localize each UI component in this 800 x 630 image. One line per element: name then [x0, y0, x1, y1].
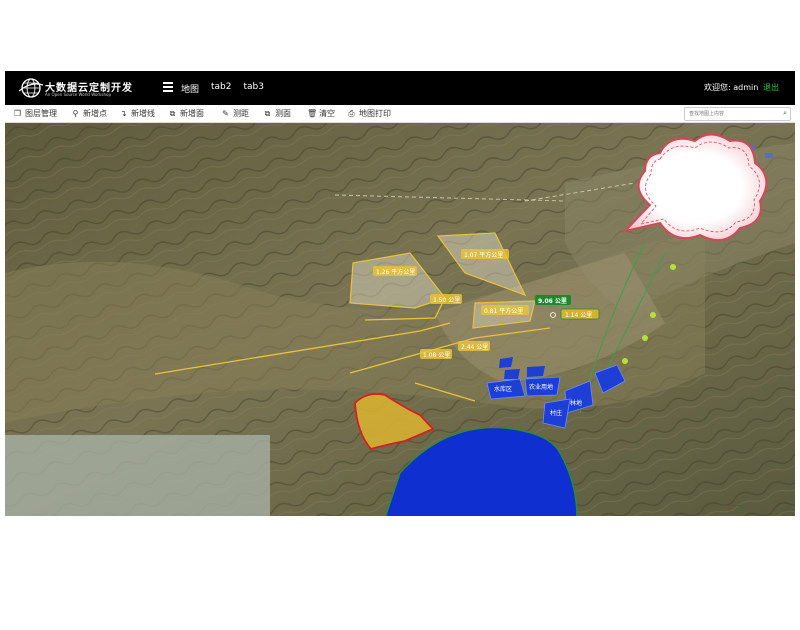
map-pin-icon: ⚲ [72, 109, 79, 118]
satellite-map[interactable]: 水库区 农业用地 林地 村庄 1.26 平方公里 1.07 平方公里 0.81 … [5, 123, 795, 516]
distance-label: 1.50 公里 [433, 297, 460, 304]
add-polygon-label: 新增面 [180, 109, 204, 118]
ruler-icon: ✎ [222, 109, 229, 118]
print-map-label: 地图打印 [359, 109, 391, 118]
tab-tab3[interactable]: tab3 [244, 82, 264, 95]
search-icon[interactable]: ⌕ [783, 109, 787, 118]
add-line-button[interactable]: ↴ 新增线 [119, 108, 155, 119]
area-measure-icon: ⧉ [264, 108, 271, 118]
map-search-box: ⌕ [684, 107, 791, 121]
map-search-input[interactable] [685, 108, 773, 120]
map-toolbar: ❐ 图层管理 ⚲ 新增点 ↴ 新增线 ⧉ 新增面 ✎ 测距 ⧉ 测面 🗑 清空 … [5, 105, 795, 123]
globe-logo-icon [19, 78, 43, 98]
add-line-label: 新增线 [131, 109, 155, 118]
distance-label: 1.08 公里 [423, 352, 450, 359]
layers-icon: ❐ [13, 109, 22, 118]
blue-area-polygon[interactable] [527, 366, 545, 377]
top-header: 大数据云定制开发 An Open Source World Workshop 地… [5, 71, 795, 105]
app-window: 大数据云定制开发 An Open Source World Workshop 地… [5, 71, 795, 516]
clear-button[interactable]: 🗑 清空 [307, 108, 335, 119]
add-polygon-button[interactable]: ⧉ 新增面 [168, 108, 204, 119]
polygon-icon: ⧉ [169, 108, 176, 118]
tab-map[interactable]: 地图 [181, 82, 199, 95]
blue-area-label: 村庄 [550, 409, 562, 417]
clear-label: 清空 [319, 109, 335, 118]
measure-distance-button[interactable]: ✎ 测距 [221, 108, 249, 119]
logo: 大数据云定制开发 An Open Source World Workshop [19, 75, 139, 101]
logo-subtitle: An Open Source World Workshop [45, 92, 111, 97]
layer-manager-label: 图层管理 [25, 109, 57, 118]
measure-distance-label: 测距 [233, 109, 249, 118]
polyline-icon: ↴ [120, 109, 127, 118]
marker-dot[interactable] [670, 264, 676, 270]
marker-dot[interactable] [642, 335, 648, 341]
welcome-text: 欢迎您: admin [704, 83, 759, 92]
map-canvas[interactable]: 水库区 农业用地 林地 村庄 1.26 平方公里 1.07 平方公里 0.81 … [5, 123, 795, 516]
area-label: 1.07 平方公里 [464, 251, 503, 259]
print-icon: ⎙ [348, 108, 355, 118]
blue-area-label: 水库区 [494, 385, 512, 393]
measure-area-button[interactable]: ⧉ 测面 [263, 108, 291, 119]
add-point-button[interactable]: ⚲ 新增点 [71, 108, 107, 119]
add-point-label: 新增点 [83, 109, 107, 118]
marker-dot[interactable] [650, 312, 656, 318]
blue-area-label: 农业用地 [529, 383, 553, 391]
layer-manager-button[interactable]: ❐ 图层管理 [13, 108, 57, 119]
logout-link[interactable]: 退出 [763, 82, 779, 93]
marker-dot[interactable] [622, 358, 628, 364]
measure-area-label: 测面 [275, 109, 291, 118]
hamburger-menu-icon[interactable] [163, 82, 173, 92]
building-cluster [765, 153, 773, 158]
print-map-button[interactable]: ⎙ 地图打印 [347, 108, 391, 119]
blue-area-label: 林地 [570, 399, 582, 407]
blue-area-polygon[interactable] [504, 369, 520, 379]
active-distance-label: 9.06 公里 [538, 297, 567, 305]
haze-tile [5, 435, 270, 516]
distance-label: 2.44 公里 [461, 344, 488, 351]
trash-icon: 🗑 [307, 109, 318, 118]
tab-tab2[interactable]: tab2 [211, 82, 231, 95]
top-nav: 地图 tab2 tab3 [181, 82, 276, 95]
green-distance-label: 1.14 公里 [565, 312, 592, 319]
map-scale-text: ━━━━━━━ [721, 503, 743, 509]
area-label: 0.81 平方公里 [484, 307, 523, 315]
area-label: 1.26 平方公里 [376, 268, 415, 276]
